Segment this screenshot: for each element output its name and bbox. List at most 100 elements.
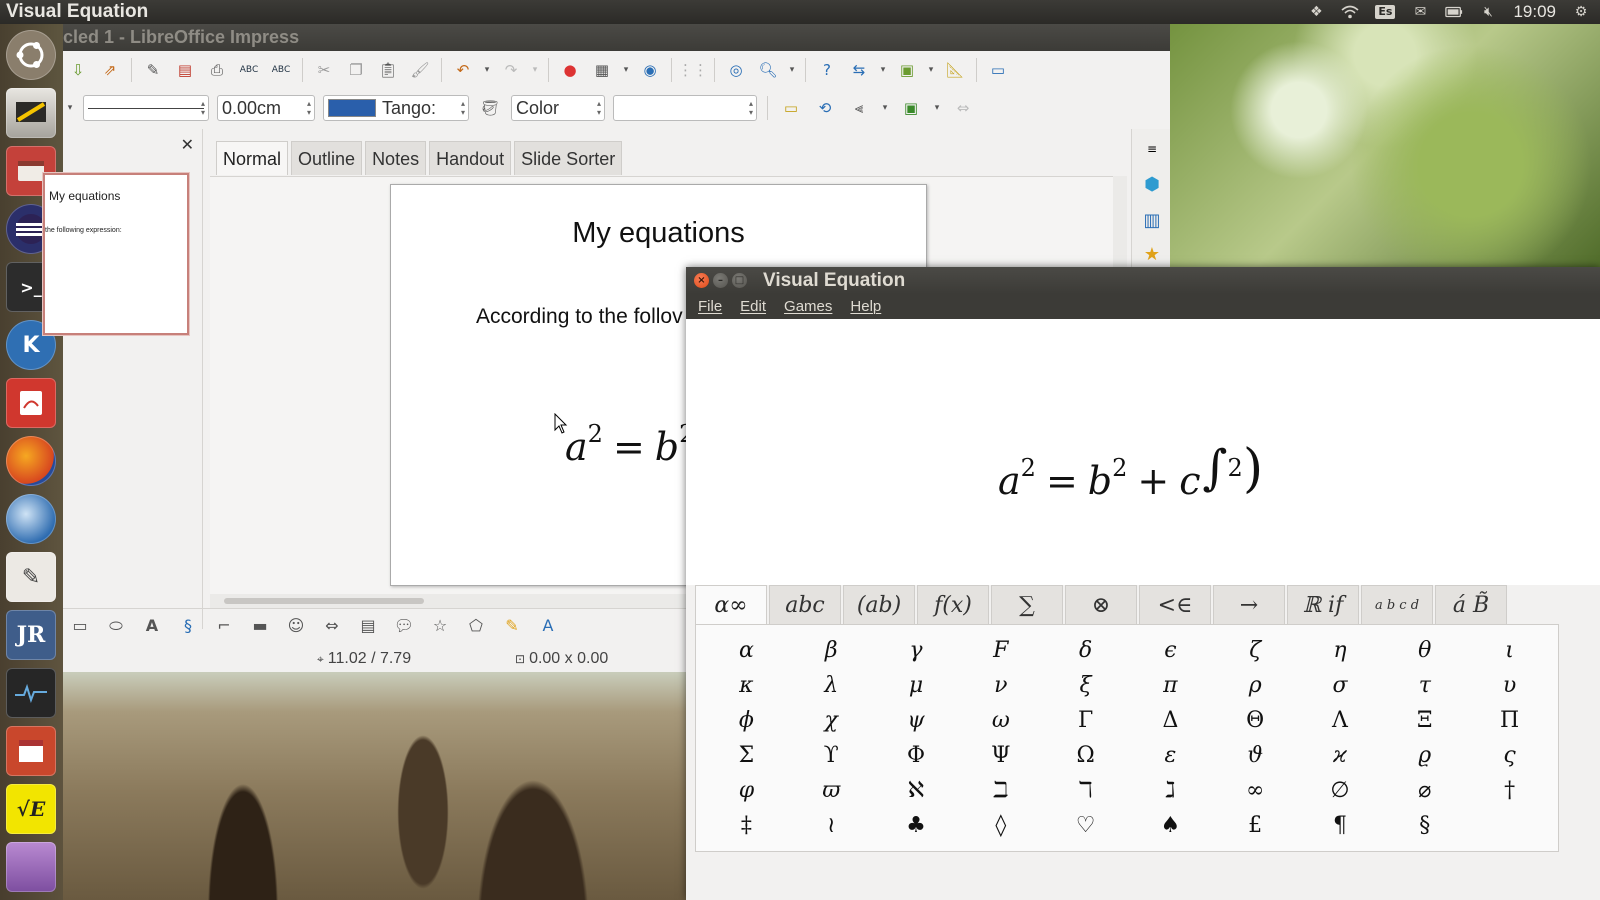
symbol-button[interactable]: Ψ bbox=[958, 738, 1043, 773]
symbol-button[interactable]: ν bbox=[958, 668, 1043, 703]
flowchart-icon[interactable]: ▤ bbox=[355, 614, 381, 638]
battery-icon[interactable] bbox=[1445, 5, 1463, 19]
symbol-button[interactable]: Π bbox=[1467, 703, 1552, 738]
slide-body-text[interactable]: According to the follov bbox=[476, 305, 683, 329]
symbol-tab-5[interactable]: ⊗ bbox=[1065, 585, 1137, 625]
ellipse-icon[interactable]: ⬭ bbox=[103, 614, 129, 638]
symbol-button[interactable]: ♣ bbox=[874, 808, 959, 843]
display-views-icon[interactable]: ▣ bbox=[894, 57, 920, 83]
basic-shapes-icon[interactable]: ▬ bbox=[247, 614, 273, 638]
points-icon[interactable]: ⬠ bbox=[463, 614, 489, 638]
print-icon[interactable]: ⎙ bbox=[204, 57, 230, 83]
symbol-button[interactable]: χ bbox=[789, 703, 874, 738]
symbol-tab-10[interactable]: á B̃ bbox=[1435, 585, 1507, 625]
slide-title[interactable]: My equations bbox=[391, 217, 926, 250]
edit-file-icon[interactable]: ✎ bbox=[140, 57, 166, 83]
menu-help[interactable]: Help bbox=[850, 298, 881, 315]
symbol-button[interactable]: ζ bbox=[1213, 633, 1298, 668]
symbol-button[interactable]: π bbox=[1128, 668, 1213, 703]
chevron-down-icon[interactable]: ▾ bbox=[621, 57, 631, 83]
stars-icon[interactable]: ☆ bbox=[427, 614, 453, 638]
line-color-select[interactable]: Tango: ▴ ▾ bbox=[323, 95, 469, 121]
table-icon[interactable]: ▦ bbox=[589, 57, 615, 83]
master-slide-icon[interactable]: 📐︎ bbox=[942, 57, 968, 83]
symbol-button[interactable]: σ bbox=[1298, 668, 1383, 703]
open-icon[interactable]: ⇩ bbox=[65, 57, 91, 83]
line-style-select[interactable]: ▴ ▾ bbox=[83, 95, 209, 121]
callouts-icon[interactable]: 💬︎ bbox=[391, 614, 417, 638]
symbol-button[interactable]: Ξ bbox=[1382, 703, 1467, 738]
rectangle-icon[interactable]: ▭ bbox=[67, 614, 93, 638]
calendar-icon[interactable] bbox=[6, 726, 56, 776]
symbol-button[interactable]: ∞ bbox=[1213, 773, 1298, 808]
tab-handout[interactable]: Handout bbox=[429, 141, 512, 175]
properties-icon[interactable]: ⬢ bbox=[1140, 173, 1164, 197]
symbol-button[interactable]: μ bbox=[874, 668, 959, 703]
visual-equation-icon[interactable]: √E bbox=[6, 784, 56, 834]
chevron-down-icon[interactable]: ▾ bbox=[530, 57, 540, 83]
symbol-button[interactable]: ς bbox=[1467, 738, 1552, 773]
image-icon[interactable]: ◉ bbox=[637, 57, 663, 83]
zoom-icon[interactable]: 🔍︎ bbox=[755, 57, 781, 83]
chevron-down-icon[interactable]: ▾ bbox=[65, 95, 75, 121]
chevron-down-icon[interactable]: ▾ bbox=[926, 57, 936, 83]
symbol-button[interactable]: Δ bbox=[1128, 703, 1213, 738]
arrange-icon[interactable]: ▣ bbox=[898, 95, 924, 121]
fontwork-icon[interactable]: A bbox=[535, 614, 561, 638]
slide-thumbnail[interactable]: My equations the following expression: bbox=[43, 173, 189, 335]
symbol-button[interactable]: Λ bbox=[1298, 703, 1383, 738]
symbol-button[interactable]: γ bbox=[874, 633, 959, 668]
symbol-button[interactable]: ♠ bbox=[1128, 808, 1213, 843]
impress-icon[interactable] bbox=[6, 88, 56, 138]
chevron-down-icon[interactable]: ▾ bbox=[787, 57, 797, 83]
thunderbird-icon[interactable] bbox=[6, 494, 56, 544]
symbol-button[interactable]: ξ bbox=[1043, 668, 1128, 703]
symbol-button[interactable]: ℸ bbox=[1043, 773, 1128, 808]
text-box-icon[interactable]: A bbox=[139, 614, 165, 638]
slide-transition-icon[interactable]: ▥ bbox=[1140, 209, 1164, 233]
symbol-button[interactable]: υ bbox=[1467, 668, 1552, 703]
symbol-button[interactable]: ≀ bbox=[789, 808, 874, 843]
slide-layout-icon[interactable]: ⇆ bbox=[846, 57, 872, 83]
symbol-button[interactable]: β bbox=[789, 633, 874, 668]
minimize-icon[interactable]: – bbox=[713, 273, 728, 288]
symbol-button[interactable]: ‡ bbox=[704, 808, 789, 843]
symbol-button[interactable]: ♡ bbox=[1043, 808, 1128, 843]
symbol-button[interactable]: Γ bbox=[1043, 703, 1128, 738]
fill-value-select[interactable]: ▴ ▾ bbox=[613, 95, 757, 121]
export-pdf-icon[interactable]: ▤ bbox=[172, 57, 198, 83]
symbol-tab-4[interactable]: ∑ bbox=[991, 585, 1063, 625]
sidebar-menu-icon[interactable]: ≡ bbox=[1140, 137, 1164, 161]
symbol-tab-0[interactable]: α∞ bbox=[695, 585, 767, 625]
line-width-field[interactable]: 0.00cm ▴ ▾ bbox=[217, 95, 315, 121]
symbol-button[interactable]: η bbox=[1298, 633, 1383, 668]
symbol-button[interactable]: ◊ bbox=[958, 808, 1043, 843]
symbol-button[interactable]: Φ bbox=[874, 738, 959, 773]
symbol-tab-7[interactable]: → bbox=[1213, 585, 1285, 625]
flip-icon[interactable]: ⇔ bbox=[950, 95, 976, 121]
animation-icon[interactable]: ★ bbox=[1140, 243, 1164, 267]
chevron-down-icon[interactable]: ▾ bbox=[880, 95, 890, 121]
chart-icon[interactable]: ● bbox=[557, 57, 583, 83]
auto-spellcheck-icon[interactable]: ABC bbox=[268, 57, 294, 83]
tab-notes[interactable]: Notes bbox=[365, 141, 427, 175]
symbol-button[interactable]: ℵ bbox=[874, 773, 959, 808]
symbol-button[interactable]: κ bbox=[704, 668, 789, 703]
symbol-button[interactable]: ¶ bbox=[1298, 808, 1383, 843]
symbol-button[interactable]: ρ bbox=[1213, 668, 1298, 703]
start-presentation-icon[interactable]: ▭ bbox=[985, 57, 1011, 83]
symbol-tab-3[interactable]: f(x) bbox=[917, 585, 989, 625]
menu-file[interactable]: File bbox=[698, 298, 722, 315]
block-arrows-icon[interactable]: ⇔ bbox=[319, 614, 345, 638]
symbol-tab-1[interactable]: abc bbox=[769, 585, 841, 625]
symbol-button[interactable]: θ bbox=[1382, 633, 1467, 668]
shadow-icon[interactable]: ▭ bbox=[778, 95, 804, 121]
menu-edit[interactable]: Edit bbox=[740, 298, 766, 315]
fill-mode-select[interactable]: Color ▴ ▾ bbox=[511, 95, 605, 121]
symbol-button[interactable]: ϵ bbox=[1128, 633, 1213, 668]
settings-icon[interactable]: ⚙ bbox=[1572, 4, 1590, 20]
symbol-button[interactable]: φ bbox=[704, 773, 789, 808]
scrollbar-thumb[interactable] bbox=[224, 598, 424, 604]
symbol-button[interactable]: † bbox=[1467, 773, 1552, 808]
symbol-button[interactable]: ℶ bbox=[958, 773, 1043, 808]
